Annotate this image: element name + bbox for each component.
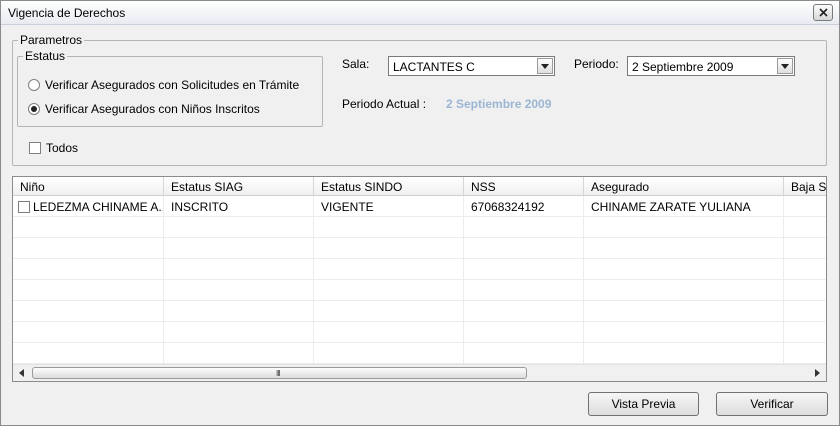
periodo-select-value: 2 Septiembre 2009 bbox=[632, 60, 734, 74]
table-row-empty bbox=[13, 217, 826, 238]
table-cell-nino: LEDEZMA CHINAME A... bbox=[13, 196, 164, 217]
empty-cell bbox=[314, 280, 464, 301]
empty-cell bbox=[164, 343, 314, 364]
estatus-legend: Estatus bbox=[23, 49, 68, 63]
empty-cell bbox=[314, 322, 464, 343]
radio-solicitudes-tramite[interactable]: Verificar Asegurados con Solicitudes en … bbox=[28, 78, 299, 92]
table-cell-nss: 67068324192 bbox=[464, 196, 584, 217]
periodo-dropdown-arrow[interactable] bbox=[777, 58, 793, 74]
table-cell-estatus-sindo: VIGENTE bbox=[314, 196, 464, 217]
dialog-window: Vigencia de Derechos Parametros Estatus … bbox=[0, 0, 840, 426]
empty-cell bbox=[584, 301, 784, 322]
empty-cell bbox=[584, 217, 784, 238]
periodo-actual-value: 2 Septiembre 2009 bbox=[446, 97, 552, 111]
column-header-baja[interactable]: Baja SI bbox=[784, 177, 826, 196]
table-row[interactable]: LEDEZMA CHINAME A... INSCRITO VIGENTE 67… bbox=[13, 196, 826, 217]
table-row-empty bbox=[13, 259, 826, 280]
empty-cell bbox=[164, 280, 314, 301]
empty-cell bbox=[164, 322, 314, 343]
scroll-left-button[interactable] bbox=[13, 365, 30, 381]
empty-cell bbox=[13, 301, 164, 322]
empty-cell bbox=[13, 259, 164, 280]
arrow-left-icon bbox=[19, 369, 24, 377]
empty-cell bbox=[164, 238, 314, 259]
parametros-legend: Parametros bbox=[18, 33, 85, 47]
empty-cell bbox=[584, 322, 784, 343]
empty-cell bbox=[164, 259, 314, 280]
radio-button-solicitudes[interactable] bbox=[28, 79, 40, 91]
horizontal-scrollbar[interactable]: III bbox=[13, 364, 826, 381]
arrow-right-icon bbox=[815, 369, 820, 377]
empty-cell bbox=[464, 343, 584, 364]
vista-previa-button[interactable]: Vista Previa bbox=[588, 392, 699, 416]
table-row-empty bbox=[13, 343, 826, 364]
window-title: Vigencia de Derechos bbox=[8, 6, 126, 20]
periodo-select[interactable]: 2 Septiembre 2009 bbox=[627, 56, 795, 76]
empty-cell bbox=[584, 280, 784, 301]
empty-cell bbox=[13, 343, 164, 364]
empty-cell bbox=[13, 238, 164, 259]
column-header-estatus-sindo[interactable]: Estatus SINDO bbox=[314, 177, 464, 196]
table-cell-estatus-siag: INSCRITO bbox=[164, 196, 314, 217]
chevron-down-icon bbox=[781, 63, 789, 69]
table-row-empty bbox=[13, 238, 826, 259]
column-header-nino[interactable]: Niño bbox=[13, 177, 164, 196]
empty-cell bbox=[13, 217, 164, 238]
empty-cell bbox=[314, 259, 464, 280]
radio-solicitudes-label: Verificar Asegurados con Solicitudes en … bbox=[45, 78, 300, 92]
empty-cell bbox=[314, 238, 464, 259]
sala-select-value: LACTANTES C bbox=[393, 60, 475, 74]
row-checkbox[interactable] bbox=[18, 201, 30, 213]
sala-select[interactable]: LACTANTES C bbox=[388, 56, 555, 76]
empty-cell bbox=[464, 217, 584, 238]
sala-label: Sala: bbox=[342, 57, 370, 71]
table-cell-baja bbox=[784, 196, 826, 217]
empty-cell bbox=[13, 322, 164, 343]
empty-cell bbox=[164, 217, 314, 238]
empty-cell bbox=[584, 259, 784, 280]
periodo-label: Periodo: bbox=[574, 57, 619, 71]
cell-nino-text: LEDEZMA CHINAME A... bbox=[33, 200, 164, 214]
todos-checkbox[interactable] bbox=[29, 142, 41, 154]
empty-cell bbox=[314, 217, 464, 238]
grid-header: Niño Estatus SIAG Estatus SINDO NSS Aseg… bbox=[13, 177, 826, 196]
close-button[interactable] bbox=[813, 4, 833, 21]
empty-cell bbox=[464, 259, 584, 280]
empty-cell bbox=[584, 343, 784, 364]
table-cell-asegurado: CHINAME ZARATE YULIANA bbox=[584, 196, 784, 217]
empty-cell bbox=[314, 343, 464, 364]
column-header-nss[interactable]: NSS bbox=[464, 177, 584, 196]
sala-dropdown-arrow[interactable] bbox=[537, 58, 553, 74]
column-header-estatus-siag[interactable]: Estatus SIAG bbox=[164, 177, 314, 196]
empty-cell bbox=[314, 301, 464, 322]
empty-cell bbox=[164, 301, 314, 322]
scrollbar-thumb[interactable]: III bbox=[32, 367, 527, 379]
empty-cell bbox=[464, 238, 584, 259]
table-row-empty bbox=[13, 301, 826, 322]
empty-cell bbox=[464, 322, 584, 343]
radio-button-ninos[interactable] bbox=[28, 103, 40, 115]
table-row-empty bbox=[13, 322, 826, 343]
parametros-group: Parametros Estatus Verificar Asegurados … bbox=[12, 34, 827, 166]
periodo-actual-label: Periodo Actual : bbox=[342, 97, 427, 111]
todos-checkbox-row[interactable]: Todos bbox=[29, 141, 78, 155]
verificar-button[interactable]: Verificar bbox=[716, 392, 828, 416]
empty-cell bbox=[13, 280, 164, 301]
empty-cell bbox=[464, 280, 584, 301]
radio-ninos-label: Verificar Asegurados con Niños Inscritos bbox=[45, 102, 260, 116]
results-grid[interactable]: Niño Estatus SIAG Estatus SINDO NSS Aseg… bbox=[12, 176, 827, 382]
empty-cell bbox=[584, 238, 784, 259]
estatus-group: Estatus Verificar Asegurados con Solicit… bbox=[17, 50, 323, 127]
close-icon bbox=[818, 8, 828, 17]
title-bar: Vigencia de Derechos bbox=[1, 1, 839, 25]
chevron-down-icon bbox=[541, 63, 549, 69]
scroll-right-button[interactable] bbox=[809, 365, 826, 381]
radio-ninos-inscritos[interactable]: Verificar Asegurados con Niños Inscritos bbox=[28, 102, 260, 116]
grid-body: LEDEZMA CHINAME A... INSCRITO VIGENTE 67… bbox=[13, 196, 826, 364]
todos-label: Todos bbox=[46, 141, 79, 155]
scrollbar-grip: III bbox=[276, 369, 281, 378]
table-row-empty bbox=[13, 280, 826, 301]
empty-cell bbox=[464, 301, 584, 322]
column-header-asegurado[interactable]: Asegurado bbox=[584, 177, 784, 196]
